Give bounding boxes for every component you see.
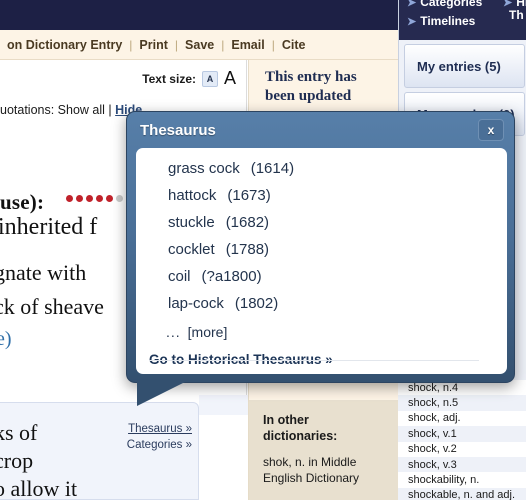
thesaurus-item[interactable]: cocklet (1788) bbox=[136, 241, 507, 268]
text-size-large-button[interactable]: A bbox=[224, 68, 236, 89]
right-panel-nav: ➤Categories ➤Timelines ➤His Th bbox=[399, 0, 526, 40]
gutter-upper bbox=[199, 395, 248, 417]
entry-line-blue: e) bbox=[0, 328, 12, 350]
thesaurus-item-term[interactable]: stuckle bbox=[168, 214, 215, 231]
thesaurus-item-date: (1673) bbox=[227, 187, 271, 204]
frequency-dot-filled bbox=[76, 195, 83, 202]
thesaurus-item[interactable]: coil (?a1800) bbox=[136, 268, 507, 295]
entry-line-sheaves: ck of sheave bbox=[0, 294, 104, 319]
entry-bottom-links: Thesaurus » Categories » bbox=[127, 421, 192, 453]
entry-updated-notice: This entry has been updated bbox=[265, 69, 357, 104]
frequency-dot-empty bbox=[116, 195, 123, 202]
entry-bottom-line-3: o allow it bbox=[0, 476, 78, 500]
quotations-control: uotations: Show all | Hide bbox=[0, 103, 142, 117]
link-categories[interactable]: Categories » bbox=[127, 437, 192, 453]
thesaurus-item-term[interactable]: cocklet bbox=[168, 241, 215, 258]
nav-label-categories: Categories bbox=[420, 0, 483, 9]
text-size-small-button[interactable]: A bbox=[201, 70, 218, 87]
other-dictionaries-box: In other dictionaries: shok, n. in Middl… bbox=[249, 400, 398, 500]
thesaurus-item[interactable]: stuckle (1682) bbox=[136, 214, 507, 241]
toolbar-link-email[interactable]: Email bbox=[224, 38, 271, 52]
other-dictionaries-title: In other dictionaries: bbox=[263, 413, 338, 443]
word-list-item[interactable]: shockability, n. bbox=[398, 472, 526, 488]
frequency-dot-filled bbox=[106, 195, 113, 202]
entry-bottom-text: ks of crop o allow it bbox=[0, 419, 78, 500]
thesaurus-more-row[interactable]: ... [more] bbox=[136, 322, 507, 348]
nav-item-historical-line2: Th bbox=[509, 8, 524, 22]
thesaurus-item-term[interactable]: hattock bbox=[168, 187, 216, 204]
word-list-item[interactable]: shock, v.1 bbox=[398, 426, 526, 442]
text-size-control: Text size: A A bbox=[142, 68, 236, 89]
thesaurus-item-date: (1802) bbox=[234, 295, 279, 312]
entry-bottom-line-2: crop bbox=[0, 448, 34, 473]
goto-historical-thesaurus-link[interactable]: Go to Historical Thesaurus » bbox=[136, 348, 507, 367]
quotations-label: uotations: Show all | bbox=[0, 103, 112, 117]
entry-line-inherited: inherited f bbox=[0, 214, 98, 240]
toolbar-link-dictionary-entry[interactable]: on Dictionary Entry bbox=[0, 38, 129, 52]
entry-bottom-line-1: ks of bbox=[0, 420, 38, 445]
word-list-item[interactable]: shock, v.2 bbox=[398, 441, 526, 457]
thesaurus-item-date: (?a1800) bbox=[201, 268, 262, 285]
screen: on Dictionary Entry | Print | Save | Ema… bbox=[0, 0, 526, 500]
thesaurus-item-term[interactable]: grass cock bbox=[168, 160, 240, 177]
close-icon[interactable]: x bbox=[478, 119, 504, 141]
thesaurus-item-term[interactable]: lap-cock bbox=[168, 295, 224, 312]
gutter-lower bbox=[199, 415, 248, 500]
thesaurus-item-date: (1788) bbox=[225, 241, 270, 258]
entry-toolbar: on Dictionary Entry | Print | Save | Ema… bbox=[0, 30, 398, 60]
related-word-list: shock, n.4 shock, n.5 shock, adj. shock, v.… bbox=[398, 380, 526, 500]
thesaurus-item[interactable]: grass cock (1614) bbox=[136, 160, 507, 187]
word-list-item[interactable]: shockable, n. and adj. bbox=[398, 487, 526, 500]
entry-line-use: use): bbox=[0, 190, 45, 214]
thesaurus-ellipsis: ... bbox=[166, 324, 181, 340]
nav-item-categories[interactable]: ➤ Categories bbox=[407, 0, 482, 9]
frequency-dot-filled bbox=[96, 195, 103, 202]
other-dictionaries-entry[interactable]: shok, n. in Middle English Dictionary bbox=[263, 454, 385, 486]
thesaurus-item-date: (1682) bbox=[225, 214, 270, 231]
link-thesaurus[interactable]: Thesaurus » bbox=[127, 421, 192, 437]
entry-line-cognate: gnate with bbox=[0, 260, 87, 285]
frequency-dot-filled bbox=[66, 195, 73, 202]
thesaurus-popup-body: grass cock (1614) hattock (1673) stuckle (168… bbox=[136, 148, 507, 374]
thesaurus-item[interactable]: hattock (1673) bbox=[136, 187, 507, 214]
nav-item-timelines[interactable]: ➤ Timelines bbox=[407, 14, 475, 28]
toolbar-link-save[interactable]: Save bbox=[178, 38, 221, 52]
thesaurus-item-term[interactable]: coil bbox=[168, 268, 191, 285]
word-list-item[interactable]: shock, adj. bbox=[398, 410, 526, 427]
arrow-right-icon: ➤ bbox=[407, 0, 417, 9]
toolbar-link-cite[interactable]: Cite bbox=[275, 38, 313, 52]
entry-bottom-panel: ks of crop o allow it Thesaurus » Catego… bbox=[0, 402, 199, 500]
word-list-item[interactable]: shock, v.3 bbox=[398, 456, 526, 473]
thesaurus-more-link[interactable]: [more] bbox=[188, 324, 228, 340]
thesaurus-popup-header: Thesaurus x bbox=[127, 112, 514, 148]
word-list-item[interactable]: shock, n.5 bbox=[398, 395, 526, 411]
nav-label-timelines: Timelines bbox=[420, 14, 476, 28]
thesaurus-divider bbox=[149, 360, 479, 361]
thesaurus-popup-title: Thesaurus bbox=[140, 121, 216, 139]
popup-tail bbox=[137, 380, 189, 406]
thesaurus-item[interactable]: lap-cock (1802) bbox=[136, 295, 507, 322]
frequency-dot-filled bbox=[86, 195, 93, 202]
thesaurus-item-date: (1614) bbox=[250, 160, 295, 177]
text-size-label: Text size: bbox=[142, 71, 196, 86]
toolbar-link-print[interactable]: Print bbox=[132, 38, 174, 52]
thesaurus-popup: Thesaurus x grass cock (1614) hattock (1673… bbox=[126, 111, 515, 409]
thesaurus-item-list: grass cock (1614) hattock (1673) stuckle (168… bbox=[136, 160, 507, 322]
button-my-entries[interactable]: My entries (5) bbox=[404, 44, 525, 88]
arrow-right-icon: ➤ bbox=[407, 16, 417, 28]
